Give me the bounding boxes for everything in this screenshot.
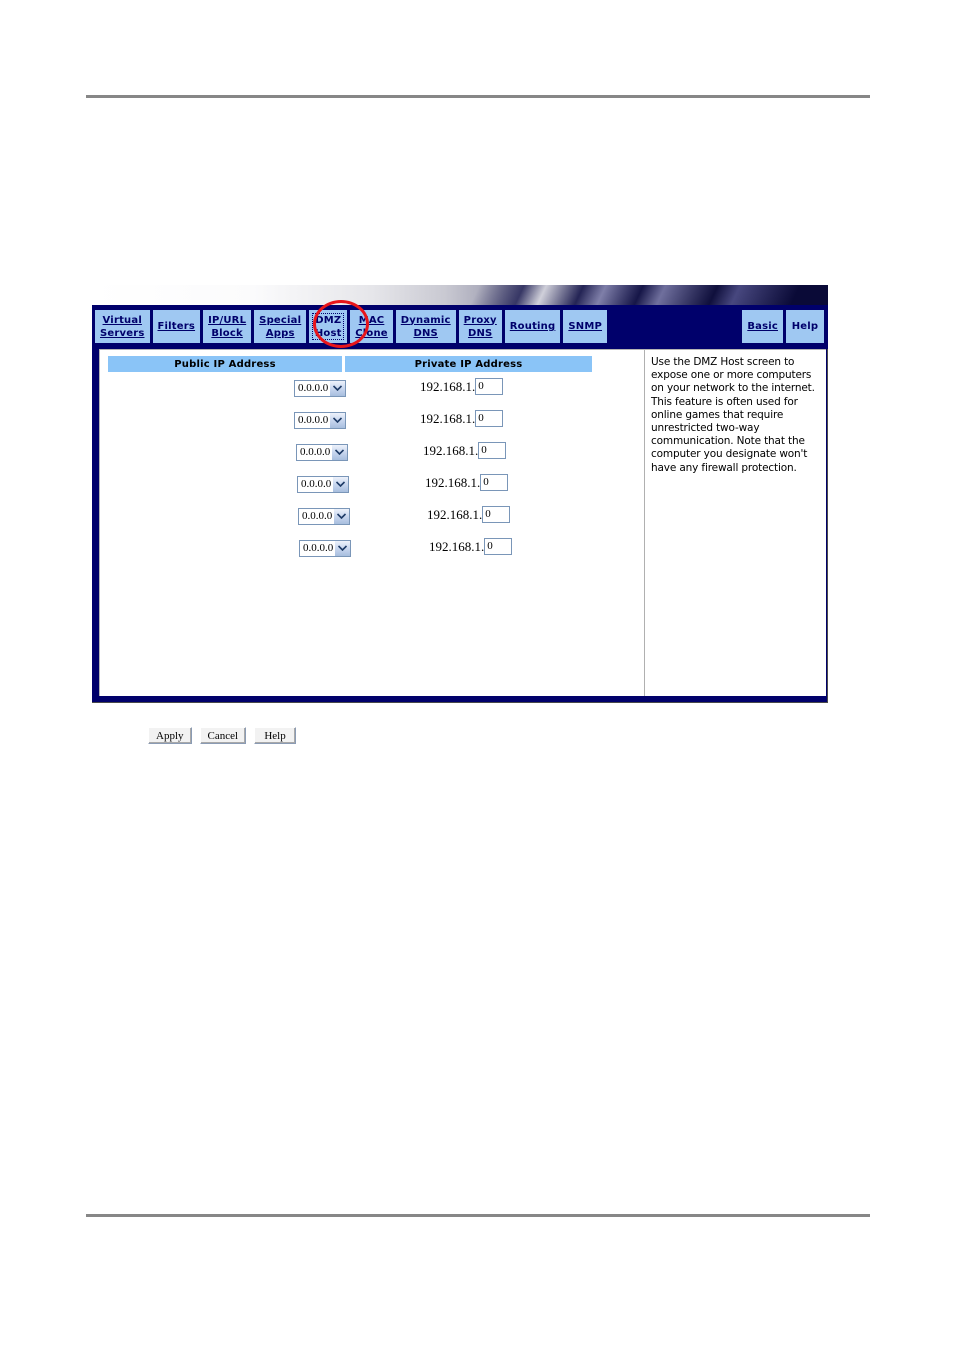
form-actions: Apply Cancel Help bbox=[148, 727, 297, 744]
column-header-row: Public IP Address Private IP Address bbox=[108, 356, 592, 372]
private-ip-prefix: 192.168.1. bbox=[420, 410, 476, 426]
help-pane: Use the DMZ Host screen to expose one or… bbox=[645, 350, 826, 696]
public-ip-cell: 0.0.0.0 bbox=[296, 442, 348, 461]
dmz-host-row: 0.0.0.0 192.168.1. 0 bbox=[100, 440, 645, 472]
public-ip-select[interactable]: 0.0.0.0 bbox=[296, 443, 348, 461]
nav-tab-filters[interactable]: Filters bbox=[152, 310, 201, 343]
nav-tab-label: MAC bbox=[358, 314, 385, 326]
public-ip-cell: 0.0.0.0 bbox=[294, 378, 346, 397]
public-ip-selected-value: 0.0.0.0 bbox=[302, 510, 333, 522]
dmz-host-row: 0.0.0.0 192.168.1. 0 bbox=[100, 504, 645, 536]
public-ip-selected-value: 0.0.0.0 bbox=[298, 382, 329, 394]
nav-tab-label: Special bbox=[259, 314, 302, 326]
private-ip-cell: 192.168.1. 0 bbox=[423, 442, 507, 459]
public-ip-cell: 0.0.0.0 bbox=[297, 474, 349, 493]
private-ip-prefix: 192.168.1. bbox=[420, 378, 476, 394]
private-ip-prefix: 192.168.1. bbox=[427, 506, 483, 522]
help-button[interactable]: Help bbox=[254, 727, 297, 744]
public-ip-selected-value: 0.0.0.0 bbox=[301, 478, 332, 490]
chevron-down-icon bbox=[330, 412, 345, 428]
private-ip-cell: 192.168.1. 0 bbox=[427, 506, 511, 523]
settings-pane: Public IP Address Private IP Address 0.0… bbox=[100, 350, 645, 744]
nav-tab-label: Virtual bbox=[102, 314, 142, 326]
private-ip-host-input[interactable]: 0 bbox=[475, 378, 504, 395]
cancel-button[interactable]: Cancel bbox=[199, 727, 247, 744]
nav-tab-label: DMZ bbox=[315, 314, 342, 326]
public-ip-select[interactable]: 0.0.0.0 bbox=[298, 507, 350, 525]
nav-tab-special-apps[interactable]: Special Apps bbox=[254, 310, 307, 343]
private-ip-host-input[interactable]: 0 bbox=[478, 442, 507, 459]
nav-tab-dynamic-dns[interactable]: Dynamic DNS bbox=[395, 310, 456, 343]
nav-tab-help[interactable]: Help bbox=[786, 310, 824, 343]
private-ip-prefix: 192.168.1. bbox=[425, 474, 481, 490]
public-ip-selected-value: 0.0.0.0 bbox=[298, 414, 329, 426]
navigation-bar: Virtual Servers Filters IP/URL Block Special A… bbox=[92, 305, 828, 349]
private-ip-host-input[interactable]: 0 bbox=[484, 538, 513, 555]
nav-tab-label: Filters bbox=[157, 321, 196, 332]
private-ip-host-input[interactable]: 0 bbox=[480, 474, 509, 491]
help-text: Use the DMZ Host screen to expose one or… bbox=[651, 356, 815, 474]
chevron-down-icon bbox=[330, 380, 345, 396]
page-header-rule bbox=[86, 95, 870, 98]
brand-banner bbox=[92, 285, 828, 305]
chevron-down-icon bbox=[334, 508, 349, 524]
public-ip-cell: 0.0.0.0 bbox=[294, 410, 346, 429]
column-header-public-ip: Public IP Address bbox=[108, 356, 342, 372]
public-ip-select[interactable]: 0.0.0.0 bbox=[297, 475, 349, 493]
private-ip-cell: 192.168.1. 0 bbox=[429, 538, 513, 555]
nav-tab-label: Basic bbox=[747, 321, 778, 332]
dmz-host-row: 0.0.0.0 192.168.1. 0 bbox=[100, 376, 645, 408]
private-ip-prefix: 192.168.1. bbox=[429, 538, 485, 554]
public-ip-selected-value: 0.0.0.0 bbox=[300, 446, 331, 458]
public-ip-cell: 0.0.0.0 bbox=[299, 538, 351, 557]
public-ip-select[interactable]: 0.0.0.0 bbox=[299, 539, 351, 557]
nav-tab-label: DNS bbox=[467, 327, 493, 339]
nav-tab-snmp[interactable]: SNMP bbox=[563, 310, 608, 343]
nav-tab-label: Block bbox=[211, 327, 243, 339]
nav-tab-label: Clone bbox=[355, 327, 388, 339]
private-ip-host-input[interactable]: 0 bbox=[475, 410, 504, 427]
nav-tab-mac-clone[interactable]: MAC Clone bbox=[350, 310, 393, 343]
private-ip-cell: 192.168.1. 0 bbox=[420, 378, 504, 395]
nav-tab-basic[interactable]: Basic bbox=[742, 310, 783, 343]
column-header-private-ip: Private IP Address bbox=[345, 356, 592, 372]
public-ip-select[interactable]: 0.0.0.0 bbox=[294, 379, 346, 397]
nav-tab-label: IP/URL bbox=[208, 314, 247, 326]
nav-tab-label: Routing bbox=[509, 321, 556, 332]
private-ip-cell: 192.168.1. 0 bbox=[420, 410, 504, 427]
dmz-host-row: 0.0.0.0 192.168.1. 0 bbox=[100, 536, 645, 568]
nav-tab-label: DNS bbox=[413, 327, 438, 339]
public-ip-cell: 0.0.0.0 bbox=[298, 506, 350, 525]
private-ip-cell: 192.168.1. 0 bbox=[425, 474, 509, 491]
nav-tab-dmz-host[interactable]: DMZ Host bbox=[309, 310, 348, 343]
nav-tab-label: SNMP bbox=[568, 321, 603, 332]
page-footer-rule bbox=[86, 1214, 870, 1217]
apply-button[interactable]: Apply bbox=[148, 727, 192, 744]
nav-tab-label: Proxy bbox=[463, 314, 497, 326]
dmz-host-row: 0.0.0.0 192.168.1. 0 bbox=[100, 472, 645, 504]
nav-tab-ip-url-block[interactable]: IP/URL Block bbox=[203, 310, 252, 343]
nav-tab-proxy-dns[interactable]: Proxy DNS bbox=[458, 310, 502, 343]
dmz-host-rows: 0.0.0.0 192.168.1. 0 0.0.0.0 192.168.1. 0 0.0.… bbox=[100, 376, 645, 568]
router-admin-screen: Virtual Servers Filters IP/URL Block Special A… bbox=[92, 285, 828, 744]
primary-nav-tabs: Virtual Servers Filters IP/URL Block Special A… bbox=[95, 310, 608, 343]
chevron-down-icon bbox=[332, 444, 347, 460]
nav-tab-virtual-servers[interactable]: Virtual Servers bbox=[95, 310, 150, 343]
nav-tab-label: Host bbox=[314, 327, 342, 339]
chevron-down-icon bbox=[333, 476, 348, 492]
public-ip-selected-value: 0.0.0.0 bbox=[303, 542, 334, 554]
screen-body: Public IP Address Private IP Address 0.0… bbox=[99, 349, 826, 744]
chevron-down-icon bbox=[335, 540, 350, 556]
nav-tab-label: Dynamic bbox=[400, 314, 451, 326]
nav-tab-label: Help bbox=[791, 321, 819, 332]
nav-tab-label: Apps bbox=[265, 327, 295, 339]
private-ip-host-input[interactable]: 0 bbox=[482, 506, 511, 523]
nav-tab-label: Servers bbox=[100, 327, 145, 339]
secondary-nav-tabs: Basic Help bbox=[742, 310, 824, 343]
public-ip-select[interactable]: 0.0.0.0 bbox=[294, 411, 346, 429]
dmz-host-row: 0.0.0.0 192.168.1. 0 bbox=[100, 408, 645, 440]
nav-tab-routing[interactable]: Routing bbox=[504, 310, 561, 343]
private-ip-prefix: 192.168.1. bbox=[423, 442, 479, 458]
